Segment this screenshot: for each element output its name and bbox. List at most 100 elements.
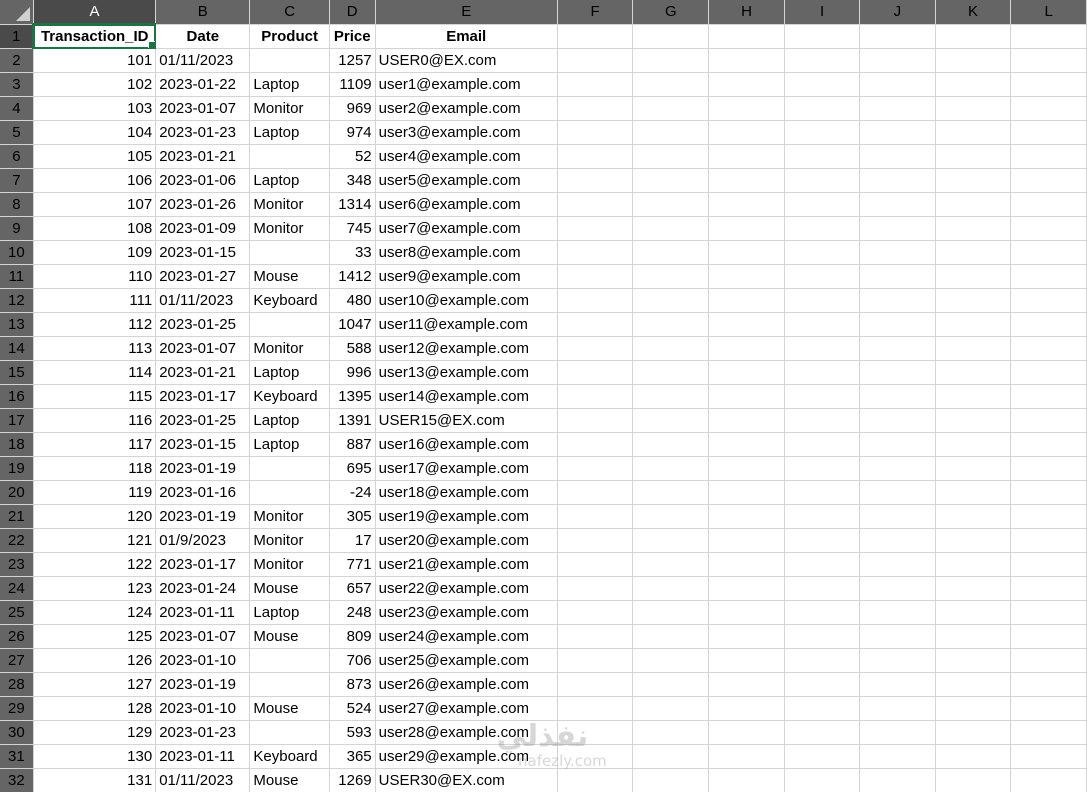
empty-cell[interactable] [708,240,785,265]
transaction-id-cell[interactable]: 124 [33,600,157,625]
empty-cell[interactable] [632,336,710,361]
product-cell[interactable]: Laptop [249,408,330,433]
empty-cell[interactable] [935,576,1012,601]
cell-A1[interactable]: Transaction_ID [32,24,157,49]
empty-cell[interactable] [557,192,634,217]
row-header[interactable]: 31 [0,744,34,769]
empty-cell[interactable] [632,456,710,481]
empty-cell[interactable] [708,720,785,745]
email-cell[interactable]: user24@example.com [375,624,558,649]
empty-cell[interactable] [708,312,785,337]
price-cell[interactable]: 1047 [329,312,376,337]
empty-cell[interactable] [1010,384,1087,409]
date-cell[interactable]: 2023-01-25 [155,408,251,433]
empty-cell[interactable] [935,456,1012,481]
empty-cell[interactable] [708,72,785,97]
empty-cell[interactable] [1010,528,1087,553]
row-header[interactable]: 11 [0,264,34,289]
column-header[interactable]: H [708,0,785,25]
empty-cell[interactable] [935,648,1012,673]
email-cell[interactable]: user19@example.com [375,504,558,529]
date-cell[interactable]: 2023-01-22 [155,72,251,97]
empty-cell[interactable] [935,480,1012,505]
column-header[interactable]: C [249,0,330,25]
empty-cell[interactable] [859,264,936,289]
price-cell[interactable]: 695 [329,456,376,481]
empty-cell[interactable] [859,312,936,337]
empty-cell[interactable] [557,696,634,721]
empty-cell[interactable] [557,456,634,481]
empty-cell[interactable] [859,768,936,792]
empty-cell[interactable] [557,432,634,457]
empty-cell[interactable] [632,576,710,601]
empty-cell[interactable] [784,360,861,385]
empty-cell[interactable] [708,360,785,385]
empty-cell[interactable] [1010,648,1087,673]
row-header[interactable]: 6 [0,144,34,169]
empty-cell[interactable] [557,216,634,241]
transaction-id-cell[interactable]: 107 [33,192,157,217]
empty-cell[interactable] [935,144,1012,169]
empty-cell[interactable] [632,288,710,313]
empty-cell[interactable] [935,768,1012,792]
empty-cell[interactable] [557,384,634,409]
empty-cell[interactable] [1010,264,1087,289]
email-cell[interactable]: user26@example.com [375,672,558,697]
date-cell[interactable]: 01/11/2023 [155,48,251,73]
empty-cell[interactable] [557,72,634,97]
row-header[interactable]: 18 [0,432,34,457]
empty-cell[interactable] [859,576,936,601]
row-header[interactable]: 10 [0,240,34,265]
empty-cell[interactable] [784,672,861,697]
date-cell[interactable]: 2023-01-15 [155,240,251,265]
transaction-id-cell[interactable]: 120 [33,504,157,529]
price-cell[interactable]: 593 [329,720,376,745]
row-header[interactable]: 24 [0,576,34,601]
transaction-id-cell[interactable]: 115 [33,384,157,409]
price-cell[interactable]: 873 [329,672,376,697]
product-cell[interactable] [249,144,330,169]
date-cell[interactable]: 2023-01-10 [155,696,251,721]
empty-cell[interactable] [1010,240,1087,265]
empty-cell[interactable] [784,432,861,457]
email-cell[interactable]: user16@example.com [375,432,558,457]
empty-cell[interactable] [708,624,785,649]
email-cell[interactable]: user25@example.com [375,648,558,673]
empty-cell[interactable] [708,504,785,529]
empty-cell[interactable] [935,528,1012,553]
empty-cell[interactable] [784,216,861,241]
empty-cell[interactable] [784,312,861,337]
empty-cell[interactable] [935,408,1012,433]
transaction-id-cell[interactable]: 119 [33,480,157,505]
row-header[interactable]: 13 [0,312,34,337]
row-header[interactable]: 2 [0,48,34,73]
empty-cell[interactable] [708,456,785,481]
empty-cell[interactable] [1010,216,1087,241]
empty-cell[interactable] [632,432,710,457]
empty-cell[interactable] [708,696,785,721]
empty-cell[interactable] [557,240,634,265]
date-cell[interactable]: 2023-01-06 [155,168,251,193]
row-header[interactable]: 29 [0,696,34,721]
empty-cell[interactable] [784,240,861,265]
empty-cell[interactable] [1010,312,1087,337]
product-cell[interactable]: Monitor [249,192,330,217]
empty-cell[interactable] [935,168,1012,193]
transaction-id-cell[interactable]: 122 [33,552,157,577]
price-cell[interactable]: 33 [329,240,376,265]
product-cell[interactable]: Mouse [249,264,330,289]
empty-cell[interactable] [935,384,1012,409]
empty-cell[interactable] [784,696,861,721]
empty-cell[interactable] [859,216,936,241]
email-cell[interactable]: user5@example.com [375,168,558,193]
price-cell[interactable]: 657 [329,576,376,601]
date-cell[interactable]: 2023-01-17 [155,384,251,409]
date-cell[interactable]: 01/9/2023 [155,528,251,553]
empty-cell[interactable] [1010,456,1087,481]
transaction-id-cell[interactable]: 129 [33,720,157,745]
empty-cell[interactable] [859,72,936,97]
column-header[interactable]: F [557,0,634,25]
date-cell[interactable]: 2023-01-23 [155,720,251,745]
empty-cell[interactable] [708,648,785,673]
email-cell[interactable]: USER30@EX.com [375,768,558,792]
